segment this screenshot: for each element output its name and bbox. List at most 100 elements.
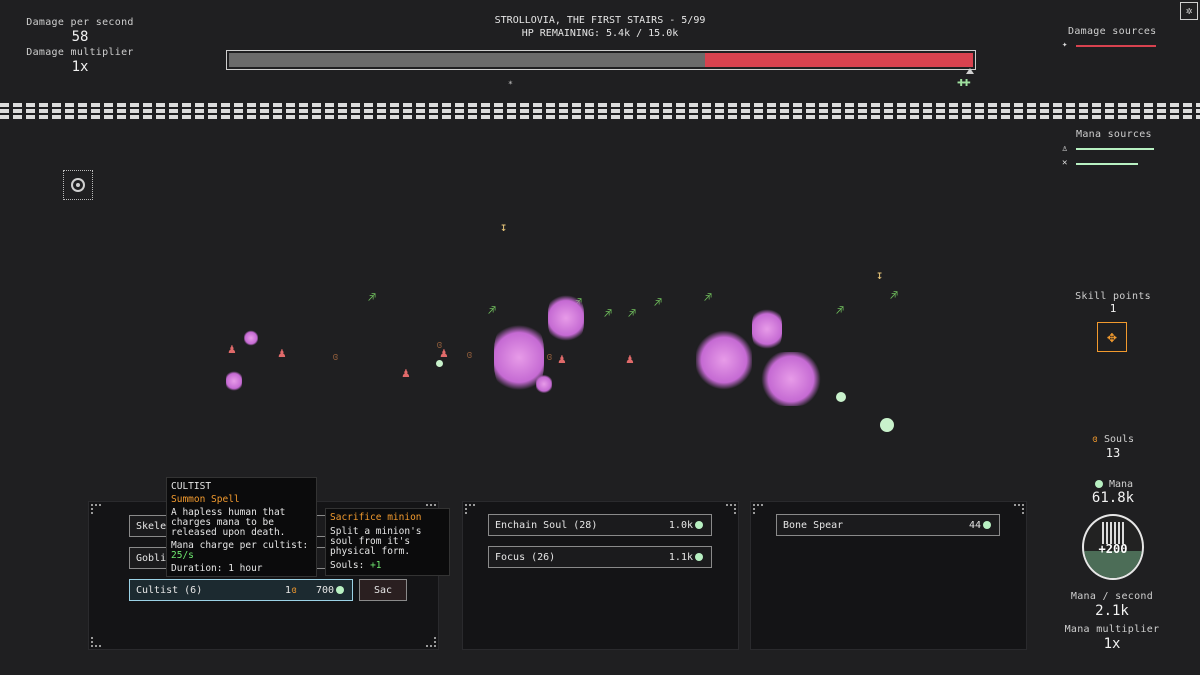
boss-hp-bar bbox=[226, 50, 976, 70]
mana-sources-label: Mana sources bbox=[1076, 129, 1152, 140]
summon-cultist-souls: 1ɞ bbox=[285, 585, 298, 596]
cultist-minion: ♟ bbox=[228, 342, 236, 357]
mana-icon bbox=[336, 586, 344, 594]
skill-tree-button[interactable]: ✥ bbox=[1097, 322, 1127, 352]
mana-label: Mana bbox=[1108, 479, 1134, 490]
attack-bone-spear-cost: 44 bbox=[969, 515, 991, 537]
boss-title: STROLLOVIA, THE FIRST STAIRS - 5/99 bbox=[494, 15, 706, 26]
archer-enemy: ♐ bbox=[890, 288, 898, 303]
skill-points-label: Skill points bbox=[1075, 291, 1151, 302]
mana-icon bbox=[695, 521, 703, 529]
cultist-minion: ♟ bbox=[278, 346, 286, 361]
soul-flame bbox=[696, 330, 752, 390]
soul-flame bbox=[752, 306, 782, 352]
mana-orb-drop bbox=[880, 418, 894, 432]
mana-multiplier-value: 1x bbox=[1103, 636, 1121, 652]
soul-flame bbox=[548, 292, 584, 344]
mana-icon bbox=[983, 521, 991, 529]
spell-panel: Enchain Soul (28) 1.0k Focus (26) 1.1k bbox=[462, 501, 739, 650]
boss-gate-icon: ✚✚ bbox=[957, 74, 971, 90]
tooltip-type: Summon Spell bbox=[171, 494, 240, 505]
mana-orb-drop bbox=[436, 360, 443, 367]
attack-bone-spear-row[interactable]: Bone Spear 44 bbox=[776, 514, 1000, 536]
sacrifice-tooltip: Sacrifice minion Split a minion's soul f… bbox=[325, 508, 450, 576]
spell-focus-cost: 1.1k bbox=[669, 547, 703, 569]
cultist-source-icon: ♙ bbox=[1062, 144, 1068, 154]
hp-bar-lost bbox=[229, 53, 705, 67]
souls-label: Souls bbox=[1103, 434, 1135, 445]
mana-orb-drop bbox=[836, 392, 846, 402]
dps-value: 58 bbox=[71, 29, 89, 45]
tooltip-duration: Duration: 1 hour bbox=[171, 563, 263, 574]
damage-sources-label: Damage sources bbox=[1068, 26, 1157, 37]
cursor-marker-icon: ✶ bbox=[508, 78, 513, 87]
cultist-minion: ♟ bbox=[402, 366, 410, 381]
cultist-minion: ♟ bbox=[626, 352, 634, 367]
target-button[interactable] bbox=[63, 170, 93, 200]
mana-multiplier-label: Mana multiplier bbox=[1064, 624, 1160, 635]
archer-enemy: ♐ bbox=[628, 306, 636, 321]
arrow-projectile: ↧ bbox=[876, 268, 884, 282]
mana-per-second-label: Mana / second bbox=[1070, 591, 1154, 602]
mana-display: Mana bbox=[1070, 479, 1156, 490]
archer-enemy: ♐ bbox=[604, 306, 612, 321]
damage-stats: Damage per second 58 Damage multiplier 1… bbox=[20, 16, 140, 74]
soul-drop-icon: ɞ bbox=[466, 348, 473, 361]
mana-icon bbox=[695, 553, 703, 561]
sacrifice-souls: Souls: +1 bbox=[330, 560, 382, 571]
archer-enemy: ♐ bbox=[654, 295, 662, 310]
mana-orb-pillars bbox=[1102, 522, 1126, 544]
soul-flame bbox=[536, 374, 552, 394]
soul-flame bbox=[226, 370, 242, 392]
hp-bar-remaining bbox=[705, 53, 973, 67]
sacrifice-button[interactable]: Sac bbox=[359, 579, 407, 601]
souls-value: 13 bbox=[1105, 446, 1121, 460]
archer-source-icon: ✦ bbox=[1062, 40, 1068, 50]
mana-value: 61.8k bbox=[1091, 490, 1135, 506]
mana-per-second-value: 2.1k bbox=[1095, 603, 1129, 619]
battlefield: ↧ ↧ ♐ ♐ ♐ ♐ ♐ ♐ ♐ ♐ ♐ ♟ ♟ ♟ ♟ ♟ ♟ ɞ ɞ ɞ … bbox=[0, 200, 1000, 460]
mana-source-bar-1 bbox=[1076, 148, 1154, 150]
tooltip-title: CULTIST bbox=[171, 481, 212, 492]
settings-gear-icon[interactable]: ✲ bbox=[1180, 2, 1198, 20]
damage-multiplier-value: 1x bbox=[71, 59, 89, 75]
damage-source-bar bbox=[1076, 45, 1156, 47]
target-icon bbox=[71, 178, 85, 192]
mana-icon bbox=[1094, 480, 1103, 488]
spell-enchain-soul-row[interactable]: Enchain Soul (28) 1.0k bbox=[488, 514, 712, 536]
dps-label: Damage per second bbox=[26, 17, 134, 28]
archer-enemy: ♐ bbox=[836, 303, 844, 318]
souls-display: ɞ Souls bbox=[1070, 434, 1156, 445]
boss-hp-text: HP REMAINING: 5.4k / 15.0k bbox=[521, 28, 679, 39]
sacrifice-description: Split a minion's soul from it's physical… bbox=[330, 526, 422, 557]
boss-header: STROLLOVIA, THE FIRST STAIRS - 5/99 HP R… bbox=[400, 14, 800, 40]
cultist-minion: ♟ bbox=[558, 352, 566, 367]
sacrifice-title: Sacrifice minion bbox=[330, 512, 422, 523]
stairs-row-3 bbox=[0, 115, 1200, 119]
stairs-row-2 bbox=[0, 109, 1200, 113]
mana-orb[interactable]: +200 bbox=[1082, 514, 1144, 580]
soul-icon: ɞ bbox=[291, 585, 298, 596]
attack-panel: Bone Spear 44 bbox=[750, 501, 1027, 650]
spell-enchain-soul-cost: 1.0k bbox=[669, 515, 703, 537]
arrow-projectile: ↧ bbox=[500, 220, 508, 234]
stairs-row-1 bbox=[0, 103, 1200, 107]
attack-bone-spear-label: Bone Spear bbox=[783, 520, 844, 531]
skill-tree-icon: ✥ bbox=[1107, 327, 1117, 346]
archer-enemy: ♐ bbox=[488, 303, 496, 318]
spell-enchain-soul-label: Enchain Soul (28) bbox=[495, 520, 598, 531]
skill-points-value: 1 bbox=[1109, 302, 1117, 315]
summon-cultist-label: Cultist (6) bbox=[136, 585, 203, 596]
spell-focus-label: Focus (26) bbox=[495, 552, 556, 563]
spell-focus-row[interactable]: Focus (26) 1.1k bbox=[488, 546, 712, 568]
damage-multiplier-label: Damage multiplier bbox=[26, 47, 134, 58]
crossed-source-icon: ✕ bbox=[1062, 158, 1068, 168]
soul-icon: ɞ bbox=[1091, 434, 1098, 445]
summon-cultist-cost: 700 bbox=[316, 580, 344, 602]
soul-drop-icon: ɞ bbox=[436, 338, 443, 351]
archer-enemy: ♐ bbox=[704, 290, 712, 305]
summon-cultist-row[interactable]: Cultist (6) 1ɞ 700 bbox=[129, 579, 353, 601]
soul-drop-icon: ɞ bbox=[546, 350, 553, 363]
mana-orb-gain: +200 bbox=[1098, 542, 1128, 556]
cultist-tooltip: CULTIST Summon Spell A hapless human tha… bbox=[166, 477, 317, 577]
